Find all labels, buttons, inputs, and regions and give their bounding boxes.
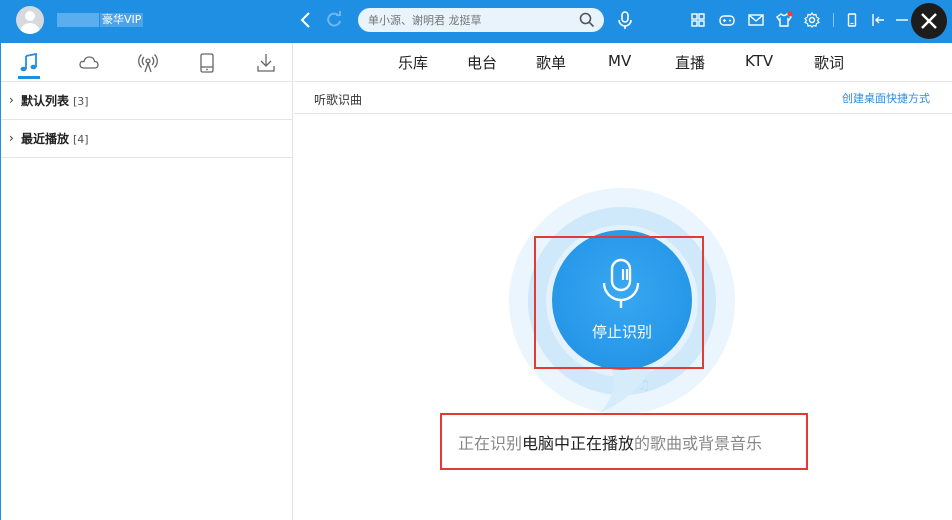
active-tab-indicator xyxy=(18,76,40,79)
gear-icon[interactable] xyxy=(803,11,821,29)
annotation-box xyxy=(534,236,704,369)
back-icon[interactable] xyxy=(296,10,316,30)
left-panel: › 默认列表 [3] › 最近播放 [4] xyxy=(0,43,293,520)
search-icon[interactable] xyxy=(578,11,596,29)
minimize-icon[interactable] xyxy=(893,11,911,29)
download-icon[interactable] xyxy=(255,52,277,74)
phone-icon[interactable] xyxy=(843,11,861,29)
close-button[interactable] xyxy=(911,3,947,39)
chevron-right-icon[interactable]: › xyxy=(9,93,14,107)
mic-icon[interactable] xyxy=(614,9,636,31)
subheader: 听歌识曲 创建桌面快捷方式 xyxy=(294,82,952,114)
shirt-icon[interactable] xyxy=(775,11,793,29)
playlist-default[interactable]: › 默认列表 [3] xyxy=(1,81,293,120)
music-note-icon: ♫ xyxy=(638,378,651,394)
cloud-icon[interactable] xyxy=(78,52,100,74)
chevron-right-icon[interactable]: › xyxy=(9,131,14,145)
playlist-name: 最近播放 xyxy=(21,132,70,146)
title-bar: 豪华VIP xyxy=(0,0,952,43)
nav-playlists[interactable]: 歌单 xyxy=(536,52,566,73)
create-shortcut-link[interactable]: 创建桌面快捷方式 xyxy=(842,90,930,106)
username-blurred[interactable] xyxy=(57,13,99,27)
music-note-icon[interactable] xyxy=(18,52,40,74)
page-title: 听歌识曲 xyxy=(314,93,363,107)
separator xyxy=(833,13,834,27)
playlist-name: 默认列表 xyxy=(21,94,70,108)
playlist-recent[interactable]: › 最近播放 [4] xyxy=(1,119,293,158)
grid-icon[interactable] xyxy=(689,11,707,29)
nav-radio[interactable]: 电台 xyxy=(467,52,497,73)
nav-mv[interactable]: MV xyxy=(608,52,631,70)
gamepad-icon[interactable] xyxy=(718,11,736,29)
search-input[interactable] xyxy=(368,11,568,29)
playlist-count: [4] xyxy=(73,133,89,146)
main-nav: 乐库 电台 歌单 MV 直播 KTV 歌词 xyxy=(294,43,952,82)
mini-mode-icon[interactable] xyxy=(869,11,887,29)
radio-icon[interactable] xyxy=(137,52,159,74)
device-icon[interactable] xyxy=(196,52,218,74)
nav-library[interactable]: 乐库 xyxy=(398,52,428,73)
left-tabs xyxy=(1,43,293,82)
vip-badge[interactable]: 豪华VIP xyxy=(100,13,144,27)
nav-ktv[interactable]: KTV xyxy=(745,52,773,70)
annotation-box xyxy=(440,413,808,470)
search-box[interactable] xyxy=(358,8,604,32)
playlist-count: [3] xyxy=(73,95,89,108)
refresh-icon[interactable] xyxy=(324,10,344,30)
avatar[interactable] xyxy=(16,6,44,34)
nav-live[interactable]: 直播 xyxy=(675,52,705,73)
mail-icon[interactable] xyxy=(747,11,765,29)
close-icon xyxy=(921,13,937,29)
nav-lyrics[interactable]: 歌词 xyxy=(814,52,844,73)
